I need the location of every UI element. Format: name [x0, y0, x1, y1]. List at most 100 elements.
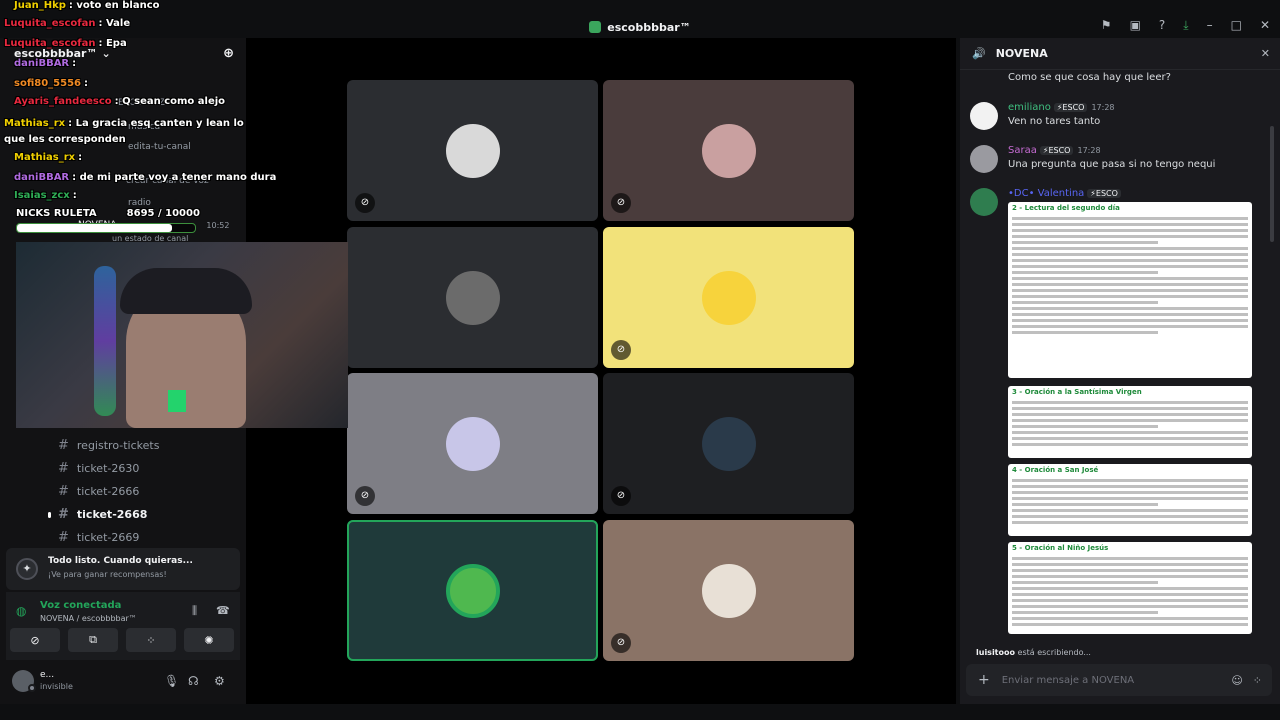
mic-muted-icon: ⊘ — [611, 340, 631, 360]
document-text-line — [1012, 413, 1248, 416]
document-text-line — [1012, 605, 1248, 608]
minimize-icon[interactable]: – — [1207, 18, 1213, 33]
chat-scrollbar[interactable] — [1270, 126, 1274, 242]
document-text-line — [1012, 295, 1248, 298]
document-text-line — [1012, 247, 1248, 250]
overlay-chat-user: daniBBAR — [14, 58, 70, 69]
threads-icon[interactable]: ▣ — [1130, 18, 1141, 33]
document-heading: 5 - Oración al Niño Jesús — [1012, 544, 1109, 552]
avatar — [701, 123, 756, 178]
channel-ticket-2630[interactable]: # ticket-2630 — [58, 461, 139, 476]
document-text-line — [1012, 241, 1159, 244]
ruleta-title: NICKS RULETA — [16, 208, 97, 219]
screen-share-button[interactable]: ⧉ — [68, 628, 118, 652]
apps-icon[interactable]: ⁘ — [1253, 674, 1262, 687]
window-controls: ⚑ ▣ ? ⤓ – □ ✕ — [1101, 18, 1270, 33]
avatar — [445, 270, 500, 325]
help-icon[interactable]: ? — [1159, 18, 1165, 33]
settings-gear-icon[interactable]: ⚙ — [214, 674, 225, 688]
channel-ticket-2669[interactable]: # ticket-2669 — [58, 530, 139, 545]
streamer-webcam — [16, 242, 348, 428]
document-text-line — [1012, 431, 1248, 434]
download-icon[interactable]: ⤓ — [1183, 18, 1188, 33]
channel-label: ticket-2669 — [76, 531, 140, 544]
voice-channel[interactable]: NOVENA / escobbbbar™ — [40, 614, 137, 623]
message-composer[interactable]: + Enviar mensaje a NOVENA ☺ ⁘ — [966, 664, 1272, 696]
document-text-line — [1012, 283, 1248, 286]
hash-icon: # — [58, 507, 69, 522]
add-member-icon[interactable]: ⊕ — [223, 46, 234, 61]
quest-notice[interactable]: ✦ Todo listo. Cuando quieras... ¡Ve para… — [6, 548, 240, 590]
message-author[interactable]: emiliano ⚡ESCO 17:28 — [1008, 102, 1115, 113]
overlay-chat-text: : Q sean como alejo — [114, 96, 226, 107]
document-image[interactable]: 3 - Oración a la Santísima Virgen — [1008, 386, 1252, 458]
typing-user: luisitooo — [976, 648, 1015, 657]
channel-registro-tickets[interactable]: # registro-tickets — [58, 438, 159, 453]
avatar[interactable] — [970, 102, 998, 130]
overlay-chat-line: Juan_Hkp: voto en blanco — [14, 0, 160, 11]
message-time: 17:28 — [1091, 103, 1115, 112]
close-chat-icon[interactable]: ✕ — [1261, 47, 1270, 60]
tile-7[interactable] — [347, 520, 598, 661]
overlay-chat-user: Isaias_zcx — [14, 190, 70, 201]
chat-header: 🔊 NOVENA ✕ — [960, 38, 1280, 70]
overlay-chat-text: : voto en blanco — [68, 0, 160, 11]
tile-2[interactable]: ⊘ — [603, 80, 854, 221]
document-image[interactable]: 2 - Lectura del segundo día — [1008, 202, 1252, 378]
document-text-line — [1012, 407, 1248, 410]
voice-status[interactable]: Voz conectada — [40, 600, 121, 611]
headphones-icon[interactable]: ☊ — [188, 674, 199, 688]
camera-button[interactable]: ⊘ — [10, 628, 60, 652]
document-text-line — [1012, 491, 1248, 494]
channel-ticket-2668[interactable]: # ticket-2668 — [47, 507, 148, 522]
activities-icon: ⁘ — [146, 633, 156, 647]
window-title: escobbbbar™ — [607, 20, 691, 34]
overlay-chat-user: Juan_Hkp — [14, 0, 66, 11]
document-image[interactable]: 4 - Oración a San José — [1008, 464, 1252, 536]
signal-icon: ◍ — [16, 604, 27, 618]
tile-4[interactable]: ⊘ — [603, 227, 854, 368]
avatar — [445, 123, 500, 178]
tile-5[interactable]: ⊘ — [347, 373, 598, 514]
activities-button[interactable]: ⁘ — [126, 628, 176, 652]
document-text-line — [1012, 271, 1159, 274]
soundboard-button[interactable]: ✺ — [184, 628, 234, 652]
channel-label: ticket-2668 — [76, 508, 148, 521]
overlay-chat-user: Luquita_escofan — [4, 18, 96, 29]
tile-3[interactable] — [347, 227, 598, 368]
tile-8[interactable]: ⊘ — [603, 520, 854, 661]
channel-radio[interactable]: radio — [128, 198, 151, 208]
status-dot — [28, 684, 36, 692]
window-title-bar: escobbbbar™ — [0, 16, 1280, 38]
document-text-line — [1012, 581, 1159, 584]
maximize-icon[interactable]: □ — [1231, 18, 1242, 33]
user-status: invisible — [40, 682, 73, 691]
document-image[interactable]: 5 - Oración al Niño Jesús — [1008, 542, 1252, 634]
video-grid: ⊘ ⊘ ⊘ ⊘ ⊘ ⊘ — [246, 38, 956, 704]
message-author[interactable]: Saraa ⚡ESCO 17:28 — [1008, 145, 1101, 156]
role-badge: ⚡ESCO — [1039, 146, 1074, 155]
channel-ticket-2666[interactable]: # ticket-2666 — [58, 484, 139, 499]
notice-title: Todo listo. Cuando quieras... — [48, 556, 193, 566]
composer-placeholder: Enviar mensaje a NOVENA — [1001, 674, 1135, 686]
document-text-line — [1012, 217, 1248, 220]
avatar — [445, 416, 500, 471]
avatar[interactable] — [970, 188, 998, 216]
streamer-hat — [120, 268, 252, 314]
message-text: Ven no tares tanto — [1008, 116, 1101, 127]
document-text-line — [1012, 259, 1248, 262]
inbox-icon[interactable]: ⚑ — [1101, 18, 1112, 33]
microphone-icon[interactable]: 🎙 — [164, 674, 179, 688]
avatar[interactable] — [970, 145, 998, 173]
noise-suppression-icon[interactable]: ⫼ — [192, 604, 197, 618]
message-author[interactable]: •DC• Valentina ⚡ESCO — [1008, 188, 1121, 199]
disconnect-icon[interactable]: ☎ — [216, 604, 230, 617]
document-text-line — [1012, 599, 1248, 602]
tile-1[interactable]: ⊘ — [347, 80, 598, 221]
emoji-icon[interactable]: ☺ — [1231, 674, 1242, 687]
tile-6[interactable]: ⊘ — [603, 373, 854, 514]
hash-icon: # — [58, 461, 69, 476]
add-attachment-icon[interactable]: + — [978, 672, 990, 688]
close-window-icon[interactable]: ✕ — [1260, 18, 1270, 33]
document-text-line — [1012, 575, 1248, 578]
